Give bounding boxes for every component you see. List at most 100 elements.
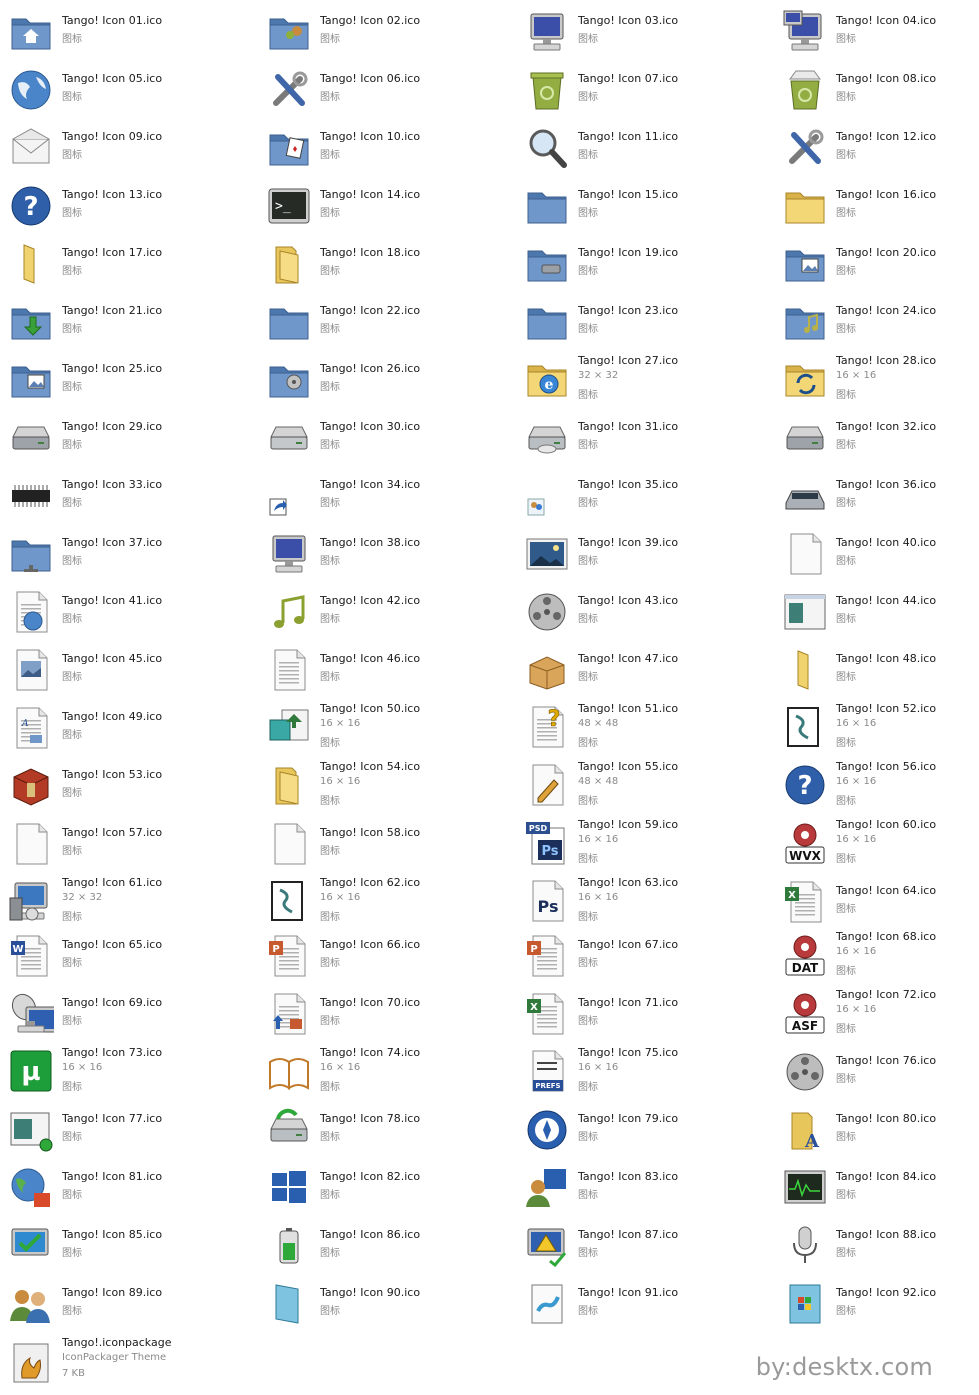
- icon-item[interactable]: W Tango! Icon 65.ico 图标: [4, 930, 254, 984]
- icon-item[interactable]: P Tango! Icon 66.ico 图标: [262, 930, 512, 984]
- icon-item[interactable]: Tango! Icon 90.ico 图标: [262, 1278, 512, 1332]
- icon-item[interactable]: X Tango! Icon 71.ico 图标: [520, 988, 770, 1042]
- icon-item[interactable]: Tango! Icon 26.ico 图标: [262, 354, 512, 408]
- icon-item[interactable]: Tango! Icon 44.ico 图标: [778, 586, 979, 640]
- icon-item[interactable]: Tango! Icon 86.ico 图标: [262, 1220, 512, 1274]
- icon-item[interactable]: Tango! Icon 32.ico 图标: [778, 412, 979, 466]
- icon-item[interactable]: Tango! Icon 91.ico 图标: [520, 1278, 770, 1332]
- svg-text:?: ?: [548, 707, 561, 732]
- icon-item[interactable]: Tango! Icon 23.ico 图标: [520, 296, 770, 350]
- icon-item[interactable]: Tango! Icon 18.ico 图标: [262, 238, 512, 292]
- icon-item[interactable]: Tango! Icon 74.ico 16 × 16 图标: [262, 1046, 512, 1100]
- icon-item[interactable]: Tango! Icon 85.ico 图标: [4, 1220, 254, 1274]
- icon-file-name: Tango! Icon 83.ico: [578, 1170, 679, 1183]
- icon-item[interactable]: Tango! Icon 48.ico 图标: [778, 644, 979, 698]
- icon-item[interactable]: Tango! Icon 52.ico 16 × 16 图标: [778, 702, 979, 756]
- icon-file-name: Tango!.iconpackage: [62, 1336, 172, 1349]
- icon-item[interactable]: Tango! Icon 15.ico 图标: [520, 180, 770, 234]
- icon-item[interactable]: Tango! Icon 83.ico 图标: [520, 1162, 770, 1216]
- icon-item[interactable]: Tango! Icon 20.ico 图标: [778, 238, 979, 292]
- icon-item[interactable]: Tango! Icon 87.ico 图标: [520, 1220, 770, 1274]
- icon-item[interactable]: Tango! Icon 69.ico 图标: [4, 988, 254, 1042]
- icon-item[interactable]: Ps Tango! Icon 63.ico 16 × 16 图标: [520, 876, 770, 930]
- icon-item[interactable]: Tango! Icon 45.ico 图标: [4, 644, 254, 698]
- icon-item[interactable]: WVX Tango! Icon 60.ico 16 × 16 图标: [778, 818, 979, 872]
- icon-item[interactable]: Tango! Icon 07.ico 图标: [520, 64, 770, 118]
- icon-item[interactable]: Tango!.iconpackage IconPackager Theme 7 KB: [4, 1336, 254, 1390]
- icon-item[interactable]: Tango! Icon 31.ico 图标: [520, 412, 770, 466]
- icon-item[interactable]: Tango! Icon 57.ico 图标: [4, 818, 254, 872]
- icon-item[interactable]: Tango! Icon 42.ico 图标: [262, 586, 512, 640]
- icon-item[interactable]: Tango! Icon 81.ico 图标: [4, 1162, 254, 1216]
- icon-item[interactable]: X Tango! Icon 64.ico 图标: [778, 876, 979, 930]
- icon-item[interactable]: Tango! Icon 38.ico 图标: [262, 528, 512, 582]
- icon-item[interactable]: Tango! Icon 79.ico 图标: [520, 1104, 770, 1158]
- icon-item[interactable]: Tango! Icon 78.ico 图标: [262, 1104, 512, 1158]
- icon-item[interactable]: Tango! Icon 41.ico 图标: [4, 586, 254, 640]
- icon-item[interactable]: A Tango! Icon 80.ico 图标: [778, 1104, 979, 1158]
- icon-item[interactable]: Tango! Icon 46.ico 图标: [262, 644, 512, 698]
- icon-item[interactable]: Tango! Icon 61.ico 32 × 32 图标: [4, 876, 254, 930]
- icon-item[interactable]: Tango! Icon 06.ico 图标: [262, 64, 512, 118]
- icon-item[interactable]: Tango! Icon 28.ico 16 × 16 图标: [778, 354, 979, 408]
- icon-item[interactable]: Tango! Icon 55.ico 48 × 48 图标: [520, 760, 770, 814]
- icon-item[interactable]: ? Tango! Icon 51.ico 48 × 48 图标: [520, 702, 770, 756]
- icon-item[interactable]: Tango! Icon 58.ico 图标: [262, 818, 512, 872]
- icon-file-type: 图标: [578, 440, 598, 451]
- icon-item[interactable]: ASF Tango! Icon 72.ico 16 × 16 图标: [778, 988, 979, 1042]
- icon-item[interactable]: Tango! Icon 12.ico 图标: [778, 122, 979, 176]
- icon-item[interactable]: Tango! Icon 17.ico 图标: [4, 238, 254, 292]
- icon-item[interactable]: Tango! Icon 84.ico 图标: [778, 1162, 979, 1216]
- icon-item[interactable]: Tango! Icon 10.ico 图标: [262, 122, 512, 176]
- icon-item[interactable]: Tango! Icon 47.ico 图标: [520, 644, 770, 698]
- icon-item[interactable]: Tango! Icon 36.ico 图标: [778, 470, 979, 524]
- icon-item[interactable]: Tango! Icon 82.ico 图标: [262, 1162, 512, 1216]
- icon-item[interactable]: Tango! Icon 40.ico 图标: [778, 528, 979, 582]
- icon-item[interactable]: Tango! Icon 54.ico 16 × 16 图标: [262, 760, 512, 814]
- icon-item[interactable]: ? Tango! Icon 56.ico 16 × 16 图标: [778, 760, 979, 814]
- icon-item[interactable]: Tango! Icon 01.ico 图标: [4, 6, 254, 60]
- icon-item[interactable]: Tango! Icon 89.ico 图标: [4, 1278, 254, 1332]
- icon-item[interactable]: Tango! Icon 05.ico 图标: [4, 64, 254, 118]
- icon-item[interactable]: Tango! Icon 30.ico 图标: [262, 412, 512, 466]
- icon-item[interactable]: Tango! Icon 43.ico 图标: [520, 586, 770, 640]
- icon-item[interactable]: Tango! Icon 33.ico 图标: [4, 470, 254, 524]
- icon-item[interactable]: Tango! Icon 34.ico 图标: [262, 470, 512, 524]
- icon-item[interactable]: Tango! Icon 11.ico 图标: [520, 122, 770, 176]
- icon-item[interactable]: Tango! Icon 25.ico 图标: [4, 354, 254, 408]
- icon-item[interactable]: Tango! Icon 09.ico 图标: [4, 122, 254, 176]
- icon-item[interactable]: Tango! Icon 70.ico 图标: [262, 988, 512, 1042]
- icon-item[interactable]: Tango! Icon 88.ico 图标: [778, 1220, 979, 1274]
- icon-item[interactable]: Tango! Icon 77.ico 图标: [4, 1104, 254, 1158]
- icon-item[interactable]: Tango! Icon 04.ico 图标: [778, 6, 979, 60]
- icon-item[interactable]: Tango! Icon 39.ico 图标: [520, 528, 770, 582]
- icon-item[interactable]: ? Tango! Icon 13.ico 图标: [4, 180, 254, 234]
- icon-item[interactable]: A Tango! Icon 49.ico 图标: [4, 702, 254, 756]
- icon-item[interactable]: Tango! Icon 08.ico 图标: [778, 64, 979, 118]
- icon-item[interactable]: Tango! Icon 22.ico 图标: [262, 296, 512, 350]
- icon-item[interactable]: P Tango! Icon 67.ico 图标: [520, 930, 770, 984]
- icon-item[interactable]: Tango! Icon 35.ico 图标: [520, 470, 770, 524]
- icon-item[interactable]: Tango! Icon 92.ico 图标: [778, 1278, 979, 1332]
- icon-item[interactable]: e Tango! Icon 27.ico 32 × 32 图标: [520, 354, 770, 408]
- icon-item[interactable]: Tango! Icon 29.ico 图标: [4, 412, 254, 466]
- icon-file-name: Tango! Icon 68.ico: [836, 930, 937, 943]
- icon-item[interactable]: Tango! Icon 50.ico 16 × 16 图标: [262, 702, 512, 756]
- icon-item[interactable]: Tango! Icon 62.ico 16 × 16 图标: [262, 876, 512, 930]
- icon-item[interactable]: µ Tango! Icon 73.ico 16 × 16 图标: [4, 1046, 254, 1100]
- icon-item[interactable]: Tango! Icon 37.ico 图标: [4, 528, 254, 582]
- icon-item[interactable]: DAT Tango! Icon 68.ico 16 × 16 图标: [778, 930, 979, 984]
- icon-item[interactable]: Tango! Icon 53.ico 图标: [4, 760, 254, 814]
- icon-item[interactable]: PSD Ps Tango! Icon 59.ico 16 × 16 图标: [520, 818, 770, 872]
- icon-item[interactable]: Tango! Icon 21.ico 图标: [4, 296, 254, 350]
- icon-item[interactable]: Tango! Icon 02.ico 图标: [262, 6, 512, 60]
- icon-item[interactable]: >_ Tango! Icon 14.ico 图标: [262, 180, 512, 234]
- icon-item[interactable]: Tango! Icon 76.ico 图标: [778, 1046, 979, 1100]
- icon-item[interactable]: Tango! Icon 03.ico 图标: [520, 6, 770, 60]
- icon-item[interactable]: Tango! Icon 19.ico 图标: [520, 238, 770, 292]
- media-window-icon: [8, 1107, 54, 1153]
- icon-file-type: 图标: [836, 796, 856, 807]
- icon-item[interactable]: PREFS Tango! Icon 75.ico 16 × 16 图标: [520, 1046, 770, 1100]
- icon-item[interactable]: Tango! Icon 24.ico 图标: [778, 296, 979, 350]
- icon-item[interactable]: Tango! Icon 16.ico 图标: [778, 180, 979, 234]
